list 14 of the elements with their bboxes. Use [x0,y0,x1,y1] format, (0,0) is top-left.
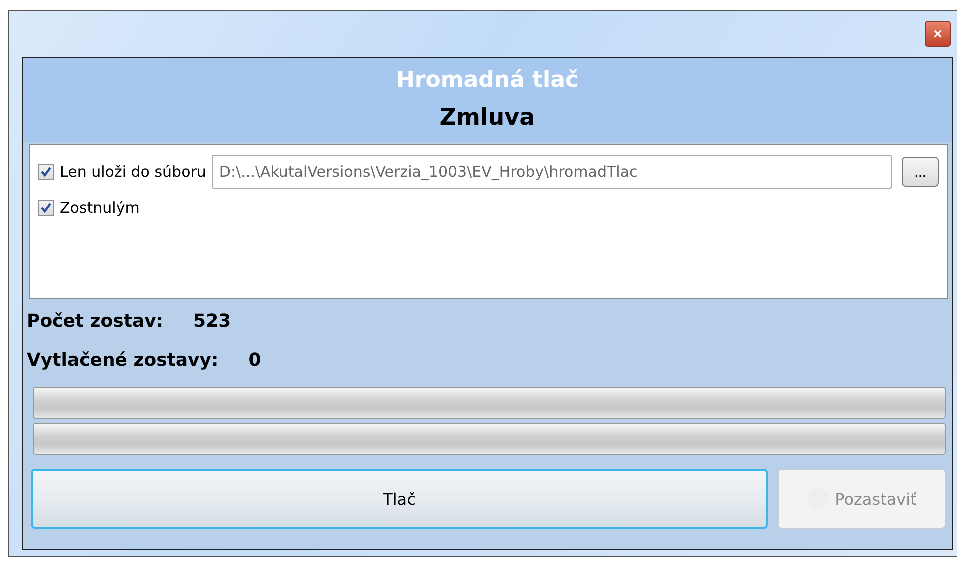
stat-value: 523 [194,311,232,332]
print-button[interactable]: Tlač [31,469,768,529]
close-button[interactable]: × [925,21,951,47]
dialog-subtitle: Zmluva [440,104,536,133]
checkbox-label[interactable]: Len uloži do súboru [60,163,206,181]
stat-value: 0 [248,350,262,371]
path-field[interactable]: D:\...\AkutalVersions\Verzia_1003\EV_Hroby\hromadTlac [212,155,892,189]
dialog-title: Hromadná tlač [396,67,578,95]
checkbox-label[interactable]: Zostnulým [60,199,140,217]
checkbox[interactable] [38,164,54,180]
browse-button[interactable]: ... [902,157,939,187]
stat-label: Počet zostav: [27,311,164,332]
stat-label: Vytlačené zostavy: [27,350,219,371]
checkbox[interactable] [38,200,54,216]
